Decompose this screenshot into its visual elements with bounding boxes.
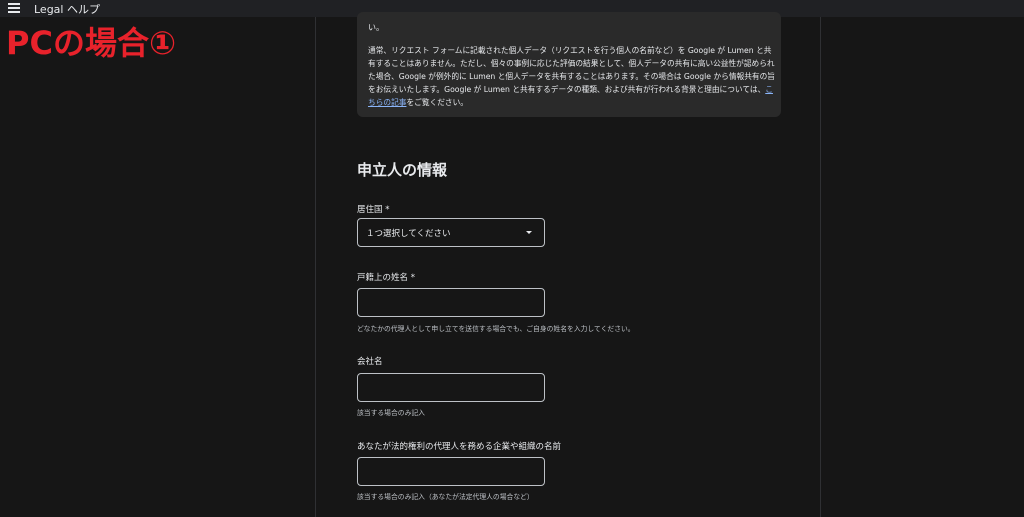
company-label: 会社名 bbox=[357, 357, 383, 367]
notice-top-fragment: い。 bbox=[368, 23, 384, 32]
legal-name-input[interactable] bbox=[357, 288, 545, 317]
dropdown-caret-icon bbox=[526, 231, 532, 234]
privacy-notice-panel: い。 通常、リクエスト フォームに記載された個人データ（リクエストを行う個人の名… bbox=[357, 12, 781, 117]
legal-name-helper: どなたかの代理人として申し立てを送信する場合でも、ご自身の姓名を入力してください… bbox=[357, 325, 635, 333]
app-title[interactable]: Legal ヘルプ bbox=[34, 1, 100, 17]
section-title: 申立人の情報 bbox=[357, 161, 448, 179]
notice-body: 通常、リクエスト フォームに記載された個人データ（リクエストを行う個人の名前など… bbox=[368, 44, 776, 109]
country-label: 居住国 * bbox=[357, 205, 390, 215]
legal-name-label: 戸籍上の姓名 * bbox=[357, 273, 415, 283]
content-left-divider bbox=[315, 17, 316, 517]
company-input[interactable] bbox=[357, 373, 545, 402]
notice-text: 通常、リクエスト フォームに記載された個人データ（リクエストを行う個人の名前など… bbox=[368, 46, 775, 94]
notice-text-end: をご覧ください。 bbox=[406, 98, 468, 107]
annotation-label: PCの場合① bbox=[6, 24, 177, 62]
represented-org-label: あなたが法的権利の代理人を務める企業や組織の名前 bbox=[357, 442, 562, 452]
content-right-divider bbox=[820, 17, 821, 517]
represented-org-input[interactable] bbox=[357, 457, 545, 486]
menu-icon[interactable] bbox=[8, 3, 20, 13]
company-helper: 該当する場合のみ記入 bbox=[357, 409, 425, 417]
represented-org-helper: 該当する場合のみ記入（あなたが法定代理人の場合など） bbox=[357, 493, 534, 501]
country-select-value: １つ選択してください bbox=[366, 228, 451, 239]
country-select[interactable]: １つ選択してください bbox=[357, 218, 545, 247]
